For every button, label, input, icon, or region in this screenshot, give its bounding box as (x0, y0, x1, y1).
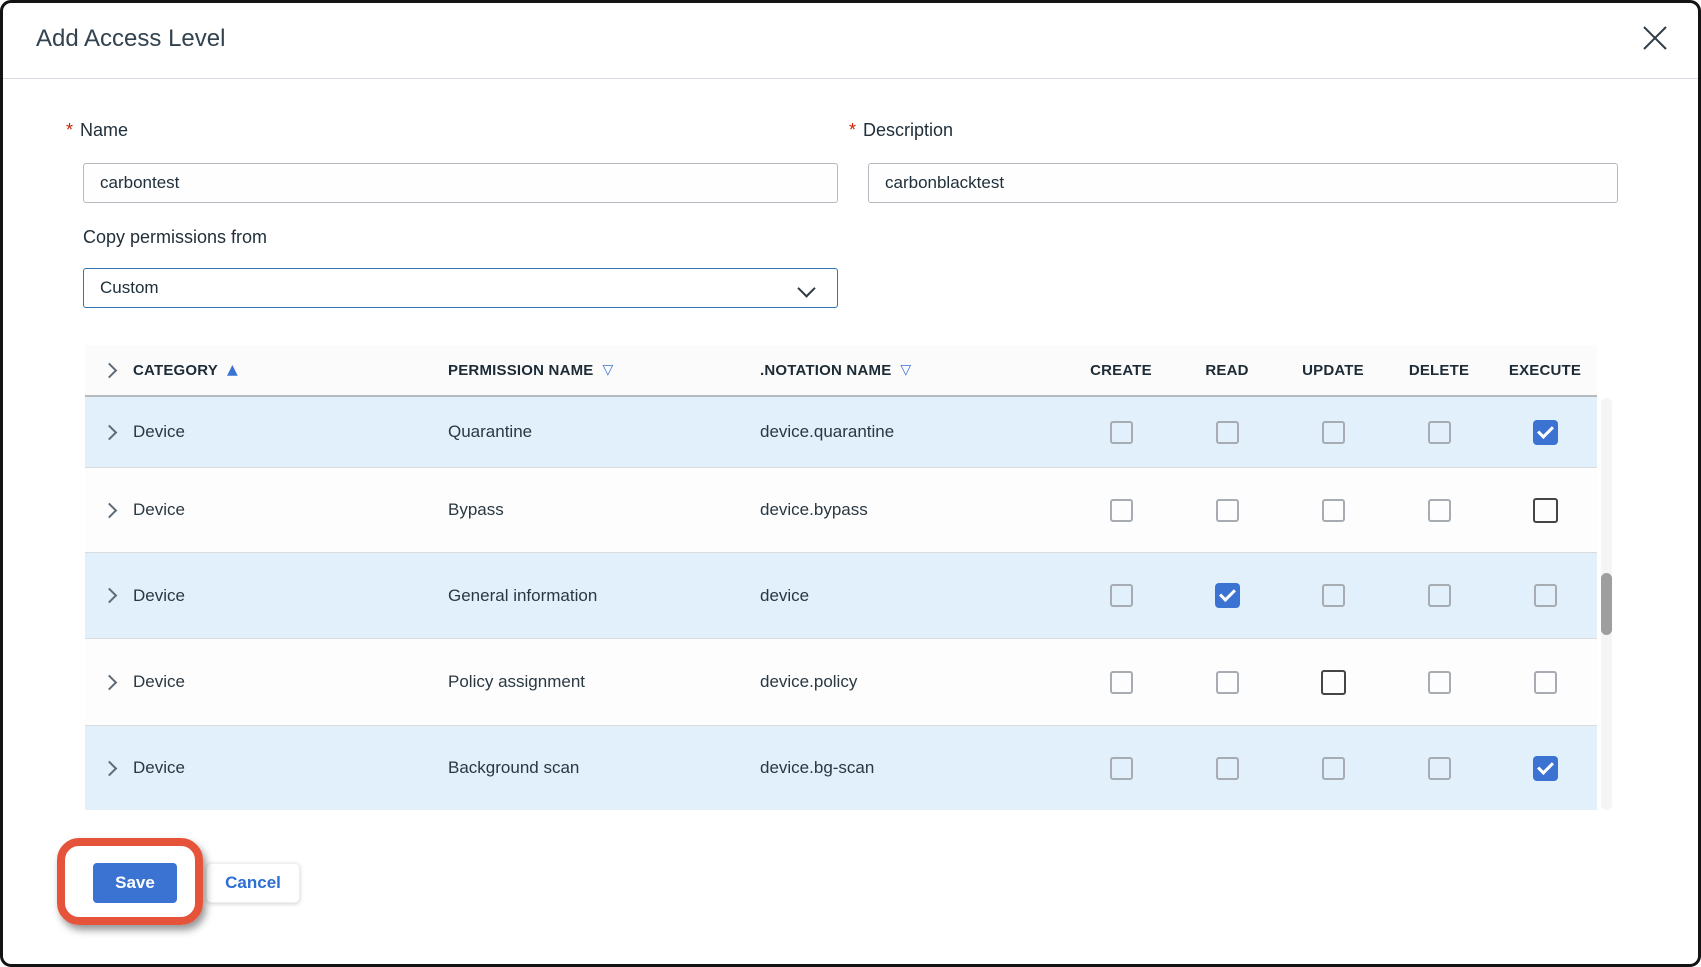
row-permission-name: General information (448, 586, 760, 606)
chevron-right-icon (101, 674, 117, 690)
chevron-right-icon (101, 502, 117, 518)
create-checkbox[interactable] (1110, 499, 1133, 522)
column-header-create: CREATE (1068, 362, 1174, 379)
table-scrollbar-thumb[interactable] (1601, 573, 1612, 635)
expand-all-chevron[interactable] (85, 365, 133, 376)
column-header-permission-name[interactable]: PERMISSION NAME ▽ (448, 362, 760, 379)
sort-descending-icon: ▽ (900, 363, 911, 377)
row-permission-name: Bypass (448, 500, 760, 520)
table-row: Device Background scan device.bg-scan (85, 725, 1597, 810)
execute-checkbox[interactable] (1533, 498, 1558, 523)
row-notation-name: device.quarantine (760, 422, 1068, 442)
table-header-row: CATEGORY ▲ PERMISSION NAME ▽ .NOTATION N… (85, 345, 1597, 397)
row-permission-name: Policy assignment (448, 672, 760, 692)
cancel-button[interactable]: Cancel (206, 863, 300, 903)
row-category: Device (133, 422, 448, 442)
expand-row-button[interactable] (85, 763, 133, 774)
table-row: Device Bypass device.bypass (85, 467, 1597, 552)
row-notation-name: device.bg-scan (760, 758, 1068, 778)
close-button[interactable] (1637, 20, 1673, 56)
expand-row-button[interactable] (85, 427, 133, 438)
execute-checkbox[interactable] (1534, 671, 1557, 694)
column-header-update: UPDATE (1280, 362, 1386, 379)
name-label: *Name (66, 120, 128, 141)
row-notation-name: device.policy (760, 672, 1068, 692)
caret-down-icon (797, 279, 815, 297)
row-category: Device (133, 500, 448, 520)
expand-row-button[interactable] (85, 505, 133, 516)
execute-checkbox[interactable] (1533, 420, 1558, 445)
delete-checkbox[interactable] (1428, 584, 1451, 607)
column-header-execute: EXECUTE (1492, 362, 1597, 379)
name-field[interactable] (83, 163, 838, 203)
column-header-delete: DELETE (1386, 362, 1492, 379)
chevron-right-icon (101, 362, 117, 378)
create-checkbox[interactable] (1110, 671, 1133, 694)
required-asterisk: * (66, 120, 73, 140)
execute-checkbox[interactable] (1533, 756, 1558, 781)
dialog-title: Add Access Level (36, 0, 225, 78)
save-button[interactable]: Save (93, 863, 177, 903)
copy-permissions-select[interactable]: Custom (83, 268, 838, 308)
create-checkbox[interactable] (1110, 421, 1133, 444)
read-checkbox[interactable] (1216, 671, 1239, 694)
create-checkbox[interactable] (1110, 584, 1133, 607)
column-header-read: READ (1174, 362, 1280, 379)
row-category: Device (133, 672, 448, 692)
add-access-level-dialog: Add Access Level *Name *Description Copy… (0, 0, 1701, 967)
table-body: Device Quarantine device.quarantine Devi… (85, 397, 1597, 810)
delete-checkbox[interactable] (1428, 757, 1451, 780)
delete-checkbox[interactable] (1428, 499, 1451, 522)
table-row: Device Policy assignment device.policy (85, 638, 1597, 725)
read-checkbox[interactable] (1215, 583, 1240, 608)
update-checkbox[interactable] (1321, 670, 1346, 695)
read-checkbox[interactable] (1216, 499, 1239, 522)
delete-checkbox[interactable] (1428, 421, 1451, 444)
close-icon (1641, 24, 1669, 52)
update-checkbox[interactable] (1322, 584, 1345, 607)
row-permission-name: Quarantine (448, 422, 760, 442)
row-category: Device (133, 758, 448, 778)
copy-permissions-selected-value: Custom (100, 278, 159, 297)
table-row: Device General information device (85, 552, 1597, 638)
permissions-table: CATEGORY ▲ PERMISSION NAME ▽ .NOTATION N… (85, 345, 1597, 810)
row-permission-name: Background scan (448, 758, 760, 778)
column-header-category[interactable]: CATEGORY ▲ (133, 362, 448, 379)
description-label: *Description (849, 120, 953, 141)
create-checkbox[interactable] (1110, 757, 1133, 780)
copy-permissions-label: Copy permissions from (83, 227, 267, 248)
chevron-right-icon (101, 760, 117, 776)
update-checkbox[interactable] (1322, 499, 1345, 522)
update-checkbox[interactable] (1322, 757, 1345, 780)
update-checkbox[interactable] (1322, 421, 1345, 444)
row-category: Device (133, 586, 448, 606)
column-header-notation-name[interactable]: .NOTATION NAME ▽ (760, 362, 1068, 379)
required-asterisk: * (849, 120, 856, 140)
table-row: Device Quarantine device.quarantine (85, 397, 1597, 467)
chevron-right-icon (101, 424, 117, 440)
dialog-header: Add Access Level (0, 0, 1701, 79)
read-checkbox[interactable] (1216, 421, 1239, 444)
sort-descending-icon: ▽ (603, 363, 614, 377)
sort-ascending-icon: ▲ (227, 363, 238, 377)
delete-checkbox[interactable] (1428, 671, 1451, 694)
row-notation-name: device (760, 586, 1068, 606)
expand-row-button[interactable] (85, 590, 133, 601)
description-field[interactable] (868, 163, 1618, 203)
chevron-right-icon (101, 588, 117, 604)
execute-checkbox[interactable] (1534, 584, 1557, 607)
row-notation-name: device.bypass (760, 500, 1068, 520)
read-checkbox[interactable] (1216, 757, 1239, 780)
expand-row-button[interactable] (85, 677, 133, 688)
